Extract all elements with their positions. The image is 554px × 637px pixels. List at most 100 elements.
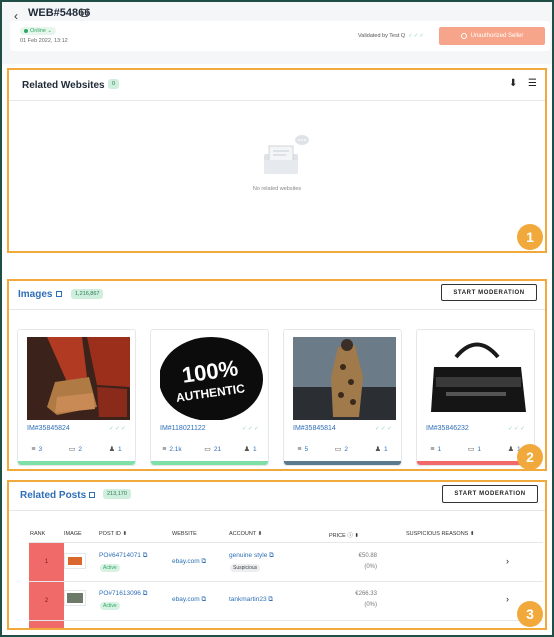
download-icon[interactable]: ⬇ (509, 78, 517, 89)
column-header-price[interactable]: PRICE ⓘ ⬍ (329, 531, 359, 539)
price-value: €266.33 (355, 591, 377, 597)
empty-inbox-icon (264, 135, 309, 174)
column-header-post-id[interactable]: POST ID ⬍ (99, 531, 127, 537)
posts-stat[interactable]: ≡ 1 (430, 443, 441, 455)
info-icon[interactable]: ⓘ (347, 533, 353, 539)
account-link[interactable]: tankmartin23 ⧉ (229, 596, 273, 604)
column-header-suspicious-reasons[interactable]: SUSPICIOUS REASONS ⬍ (406, 531, 475, 537)
accounts-stat[interactable]: ♟1 (109, 443, 122, 455)
window-icon: ▭ (334, 446, 342, 453)
accounts-stat[interactable]: ♟1 (375, 443, 388, 455)
image-card[interactable]: IM#35846232 ✓✓✓ ≡1 ▭1 ♟1 (416, 329, 535, 466)
external-link-icon[interactable]: ⧉ (268, 596, 273, 603)
external-link-icon[interactable]: ⧉ (202, 596, 207, 603)
external-link-icon[interactable] (56, 291, 62, 297)
posts-stat[interactable]: ≡ 2.1k (162, 443, 181, 455)
image-card[interactable]: IM#35845824 ✓✓✓ ≡ 3 ▭ 2 ♟ 1 (17, 329, 136, 466)
account-header-label: ACCOUNT (229, 531, 257, 537)
website-link[interactable]: ebay.com ⧉ (172, 558, 206, 566)
column-header-rank: RANK (30, 531, 46, 537)
sort-icon[interactable]: ⬍ (122, 531, 127, 537)
image-thumbnail-bag[interactable] (426, 337, 529, 420)
posts-stat[interactable]: ≡ 3 (31, 443, 42, 455)
post-thumbnail[interactable] (64, 590, 86, 606)
external-link-icon[interactable]: ⧉ (269, 552, 274, 559)
account-text: tankmartin23 (229, 596, 267, 603)
related-posts-count: 213,170 (103, 489, 131, 499)
header-date: 01 Feb 2022, 13:12 (20, 38, 68, 44)
header-divider (29, 542, 543, 543)
image-stats: ≡ 2.1k ▭ 21 ♟ 1 (151, 443, 268, 455)
posts-start-moderation-button[interactable]: START MODERATION (442, 485, 538, 503)
image-id-link[interactable]: IM#35845824 (27, 425, 70, 432)
users-icon: ♟ (507, 446, 514, 453)
image-thumbnail-boots[interactable] (27, 337, 130, 420)
empty-state-text: No related websites (252, 186, 302, 192)
status-dropdown[interactable]: Online ⌄ (20, 27, 57, 35)
account-link[interactable]: genuine style ⧉ (229, 552, 274, 560)
image-card[interactable]: 100% AUTHENTIC IM#118021122 ✓✓✓ ≡ 2.1k ▭ 2… (150, 329, 269, 466)
list-icon: ≡ (430, 445, 435, 453)
posts-stat[interactable]: ≡ 5 (297, 443, 308, 455)
column-header-account[interactable]: ACCOUNT ⬍ (229, 531, 262, 537)
validation-check-icons: ✓✓✓ (241, 426, 260, 432)
unauthorized-seller-button[interactable]: Unauthorized Seller (439, 27, 545, 45)
post-id-link[interactable]: PO#64714071 ⧉ (99, 552, 147, 560)
windows-stat[interactable]: ▭ 1 (468, 443, 481, 455)
status-bar (284, 461, 401, 465)
rank-cell-partial (29, 621, 64, 628)
post-thumbnail-image (68, 557, 82, 565)
list-icon: ≡ (31, 445, 36, 453)
windows-stat[interactable]: ▭ 21 (204, 443, 221, 455)
window-icon: ▭ (467, 446, 475, 453)
website-link[interactable]: ebay.com ⧉ (172, 596, 206, 604)
posts-count: 5 (304, 445, 309, 453)
section-divider (8, 510, 546, 511)
windows-stat[interactable]: ▭ 2 (69, 443, 82, 455)
related-posts-title[interactable]: Related Posts (20, 490, 86, 501)
windows-count: 2 (344, 445, 349, 453)
images-start-moderation-button[interactable]: START MODERATION (441, 284, 537, 301)
authentic-seal: 100% AUTHENTIC (160, 337, 263, 420)
account-text: genuine style (229, 552, 268, 559)
external-link-icon[interactable] (89, 492, 95, 498)
post-id-link[interactable]: PO#71613096 ⧉ (99, 590, 147, 598)
sort-icon[interactable]: ⬍ (354, 533, 359, 539)
chevron-right-icon[interactable]: › (506, 556, 509, 566)
images-section: Images 1,216,867 START MODERATION IM#358… (8, 281, 546, 469)
users-icon: ♟ (374, 446, 381, 453)
image-id-link[interactable]: IM#35845814 (293, 425, 336, 432)
image-thumbnail-authentic[interactable]: 100% AUTHENTIC (160, 337, 263, 420)
images-title[interactable]: Images (18, 289, 52, 300)
related-websites-title: Related Websites (22, 80, 105, 91)
header-card: Online ⌄ 01 Feb 2022, 13:12 Validated by… (10, 21, 550, 51)
image-id-link[interactable]: IM#118021122 (160, 425, 206, 432)
image-thumbnail-leopard-coat[interactable] (293, 337, 396, 420)
image-stats: ≡ 5 ▭ 2 ♟ 1 (284, 443, 401, 455)
external-link-icon[interactable]: ⧉ (202, 558, 207, 565)
accounts-count: 1 (253, 445, 257, 453)
image-card[interactable]: IM#35845814 ✓✓✓ ≡ 5 ▭ 2 ♟ 1 (283, 329, 402, 466)
post-thumbnail-image (67, 593, 83, 603)
section-divider (8, 309, 546, 310)
chevron-right-icon[interactable]: › (506, 594, 509, 604)
accounts-stat[interactable]: ♟1 (244, 443, 257, 455)
sort-icon[interactable]: ⬍ (470, 531, 475, 537)
status-bar (417, 461, 534, 465)
copy-icon[interactable] (81, 9, 88, 17)
image-id-link[interactable]: IM#35846232 (426, 425, 469, 432)
status-label: Online (30, 28, 46, 34)
rank-cell: 1 (29, 543, 64, 581)
windows-stat[interactable]: ▭ 2 (335, 443, 348, 455)
status-bar (151, 461, 268, 465)
validated-check-icons: ✓✓✓ (408, 33, 426, 39)
validation-check-icons: ✓✓✓ (108, 426, 127, 432)
external-link-icon[interactable]: ⧉ (143, 590, 148, 597)
filter-settings-icon[interactable]: ☰ (528, 78, 537, 89)
external-link-icon[interactable]: ⧉ (143, 552, 148, 559)
post-thumbnail[interactable] (64, 553, 86, 569)
status-bar (18, 461, 135, 465)
sort-icon[interactable]: ⬍ (258, 531, 263, 537)
posts-count: 1 (437, 445, 442, 453)
suspicious-badge: Suspicious (230, 564, 261, 572)
